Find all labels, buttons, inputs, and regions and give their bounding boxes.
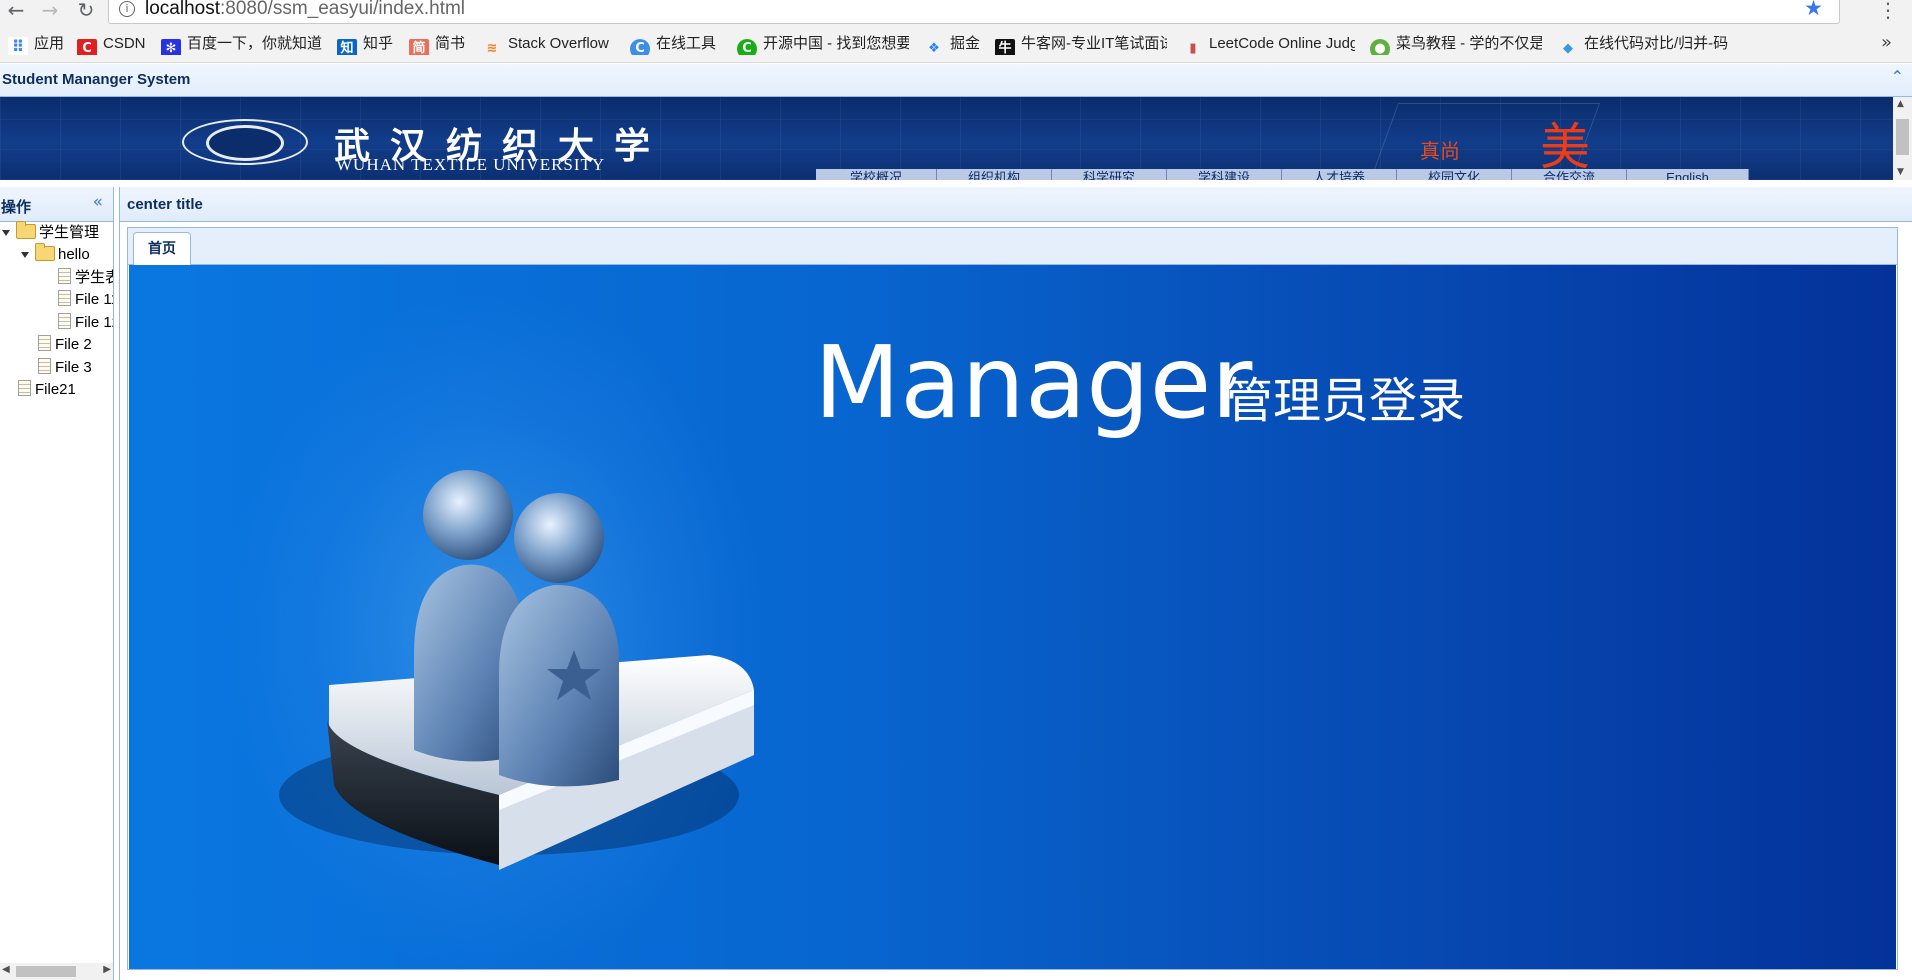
collapse-left-icon[interactable]: « [93, 192, 103, 212]
collapse-up-icon[interactable]: ⌃ [1891, 67, 1904, 86]
scroll-left-icon[interactable]: ◀ [2, 964, 10, 975]
browser-toolbar: ← → ↻ i localhost:8080/ssm_easyui/index.… [0, 0, 1912, 24]
bookmark-jianshu[interactable]: 简简书 [409, 33, 471, 55]
home-welcome-panel: Manager 管理员登录 [129, 265, 1896, 969]
tree-node-file-11[interactable]: File 11 [58, 289, 113, 311]
welcome-heading: Manager [814, 324, 1253, 441]
folder-open-icon [16, 221, 36, 239]
center-panel-header: center title [120, 187, 1912, 222]
banner-nav-item[interactable]: 校园文化 [1397, 169, 1512, 180]
tree-node-student-table[interactable]: 学生表 [58, 267, 113, 289]
north-panel-header: Student Mananger System ⌃ [0, 64, 1912, 97]
bookmark-online-tools[interactable]: C 在线工具 [630, 33, 720, 55]
bookmark-baidu[interactable]: ✻ 百度一下，你就知道 [161, 33, 327, 55]
center-panel-title: center title [127, 196, 203, 213]
bookmark-runoob[interactable]: ● 菜鸟教程 - 学的不仅是 [1370, 33, 1542, 55]
file-icon [38, 335, 51, 351]
bookmark-nowcoder[interactable]: 牛牛客网-专业IT笔试面试 [995, 33, 1167, 55]
address-url[interactable]: localhost:8080/ssm_easyui/index.html [145, 0, 465, 20]
file-icon [58, 268, 71, 284]
csdn-icon: C [77, 39, 97, 55]
bookmarks-bar: ⠿ 应用 C CSDN ✻ 百度一下，你就知道 知知乎 简简书 ≋ Stack Over… [0, 24, 1912, 63]
browser-menu-icon[interactable]: ⋮ [1878, 0, 1898, 20]
bookmark-stackoverflow[interactable]: ≋ Stack Overflow [482, 33, 616, 55]
tree-node-student-management[interactable]: 学生管理 [2, 221, 99, 244]
banner-nav-item[interactable]: 科学研究 [1052, 169, 1167, 180]
banner-nav-item[interactable]: 组织机构 [937, 169, 1052, 180]
address-bar[interactable]: i localhost:8080/ssm_easyui/index.html ★ [108, 0, 1840, 24]
admin-users-illustration [279, 470, 754, 870]
tab-home[interactable]: 首页 [133, 232, 191, 266]
banner-nav-item[interactable]: English [1627, 169, 1749, 180]
file-icon [38, 358, 51, 374]
north-scrollbar[interactable]: ▲ ▼ [1893, 97, 1912, 180]
university-name-en: WUHAN TEXTILE UNIVERSITY [336, 155, 606, 174]
tree-node-file21[interactable]: File21 [18, 379, 76, 401]
west-panel: 操作 « 学生管理 hello 学生表 File 11 File 12 File… [0, 187, 114, 980]
app-title: Student Mananger System [2, 71, 191, 88]
oschina-icon: C [737, 39, 757, 55]
nowcoder-icon: 牛 [995, 39, 1015, 55]
bookmark-zhihu[interactable]: 知知乎 [337, 33, 397, 55]
bookmark-apps[interactable]: ⠿ 应用 [8, 33, 68, 55]
tree-node-file-2[interactable]: File 2 [38, 334, 92, 356]
apps-grid-icon: ⠿ [8, 37, 28, 55]
banner-slogan-small: 真尚 [1420, 139, 1460, 163]
info-icon[interactable]: i [119, 1, 135, 17]
tree-node-hello[interactable]: hello [21, 243, 90, 266]
juejin-icon: ❖ [928, 41, 940, 55]
file-icon [58, 290, 71, 306]
university-banner: 武汉纺织大学 WUHAN TEXTILE UNIVERSITY 真尚 美 学校概… [0, 97, 1893, 180]
banner-nav-item[interactable]: 学校概况 [816, 169, 937, 180]
banner-nav-bar: 学校概况 组织机构 科学研究 学科建设 人才培养 校园文化 合作交流 Engli… [816, 169, 1749, 180]
file-icon [18, 380, 31, 396]
diff-icon: ◆ [1563, 41, 1573, 55]
forward-arrow-icon[interactable]: → [38, 0, 62, 24]
west-horizontal-scrollbar[interactable]: ◀ ▶ [0, 963, 113, 980]
scroll-right-icon[interactable]: ▶ [103, 964, 111, 975]
zhihu-icon: 知 [337, 39, 357, 55]
baidu-paw-icon: ✻ [161, 39, 181, 55]
bookmark-leetcode[interactable]: ▮ LeetCode Online Judge [1183, 33, 1355, 55]
west-panel-header: 操作 « [0, 187, 113, 222]
scroll-down-icon[interactable]: ▼ [1897, 167, 1904, 177]
scrollbar-thumb[interactable] [16, 966, 76, 977]
bookmark-juejin[interactable]: ❖ 掘金 [924, 33, 984, 55]
banner-nav-item[interactable]: 合作交流 [1512, 169, 1627, 180]
scroll-up-icon[interactable]: ▲ [1897, 99, 1904, 109]
bookmark-star-icon[interactable]: ★ [1804, 0, 1823, 20]
welcome-subheading: 管理员登录 [1225, 373, 1466, 429]
university-seal-emblem [206, 125, 284, 161]
west-panel-title: 操作 [1, 199, 32, 216]
leetcode-icon: ▮ [1189, 41, 1197, 55]
tool-icon: C [630, 39, 650, 55]
scrollbar-thumb[interactable] [1896, 119, 1909, 155]
runoob-icon: ● [1370, 39, 1390, 55]
bookmark-oschina[interactable]: C 开源中国 - 找到您想要 [737, 33, 909, 55]
jianshu-icon: 简 [409, 39, 429, 55]
folder-open-icon [35, 243, 55, 261]
tree-expand-icon[interactable] [21, 252, 29, 258]
tabs-strip: 首页 [128, 228, 1897, 266]
back-arrow-icon[interactable]: ← [4, 0, 28, 24]
center-panel: center title 首页 Manager 管理员登录 [119, 187, 1912, 980]
stackoverflow-icon: ≋ [486, 41, 498, 55]
tree-expand-icon[interactable] [2, 230, 10, 236]
tree-node-file-12[interactable]: File 12 [58, 312, 113, 334]
bookmark-csdn[interactable]: C CSDN [77, 33, 149, 55]
banner-nav-item[interactable]: 人才培养 [1282, 169, 1397, 180]
tree-node-file-3[interactable]: File 3 [38, 357, 92, 379]
chevron-right-icon[interactable]: » [1881, 32, 1892, 53]
reload-icon[interactable]: ↻ [74, 0, 98, 24]
banner-nav-item[interactable]: 学科建设 [1167, 169, 1282, 180]
bookmark-diff-tool[interactable]: ◆ 在线代码对比/归并-码 [1558, 33, 1730, 55]
tabs-container: 首页 Manager 管理员登录 [127, 227, 1898, 970]
file-icon [58, 313, 71, 329]
